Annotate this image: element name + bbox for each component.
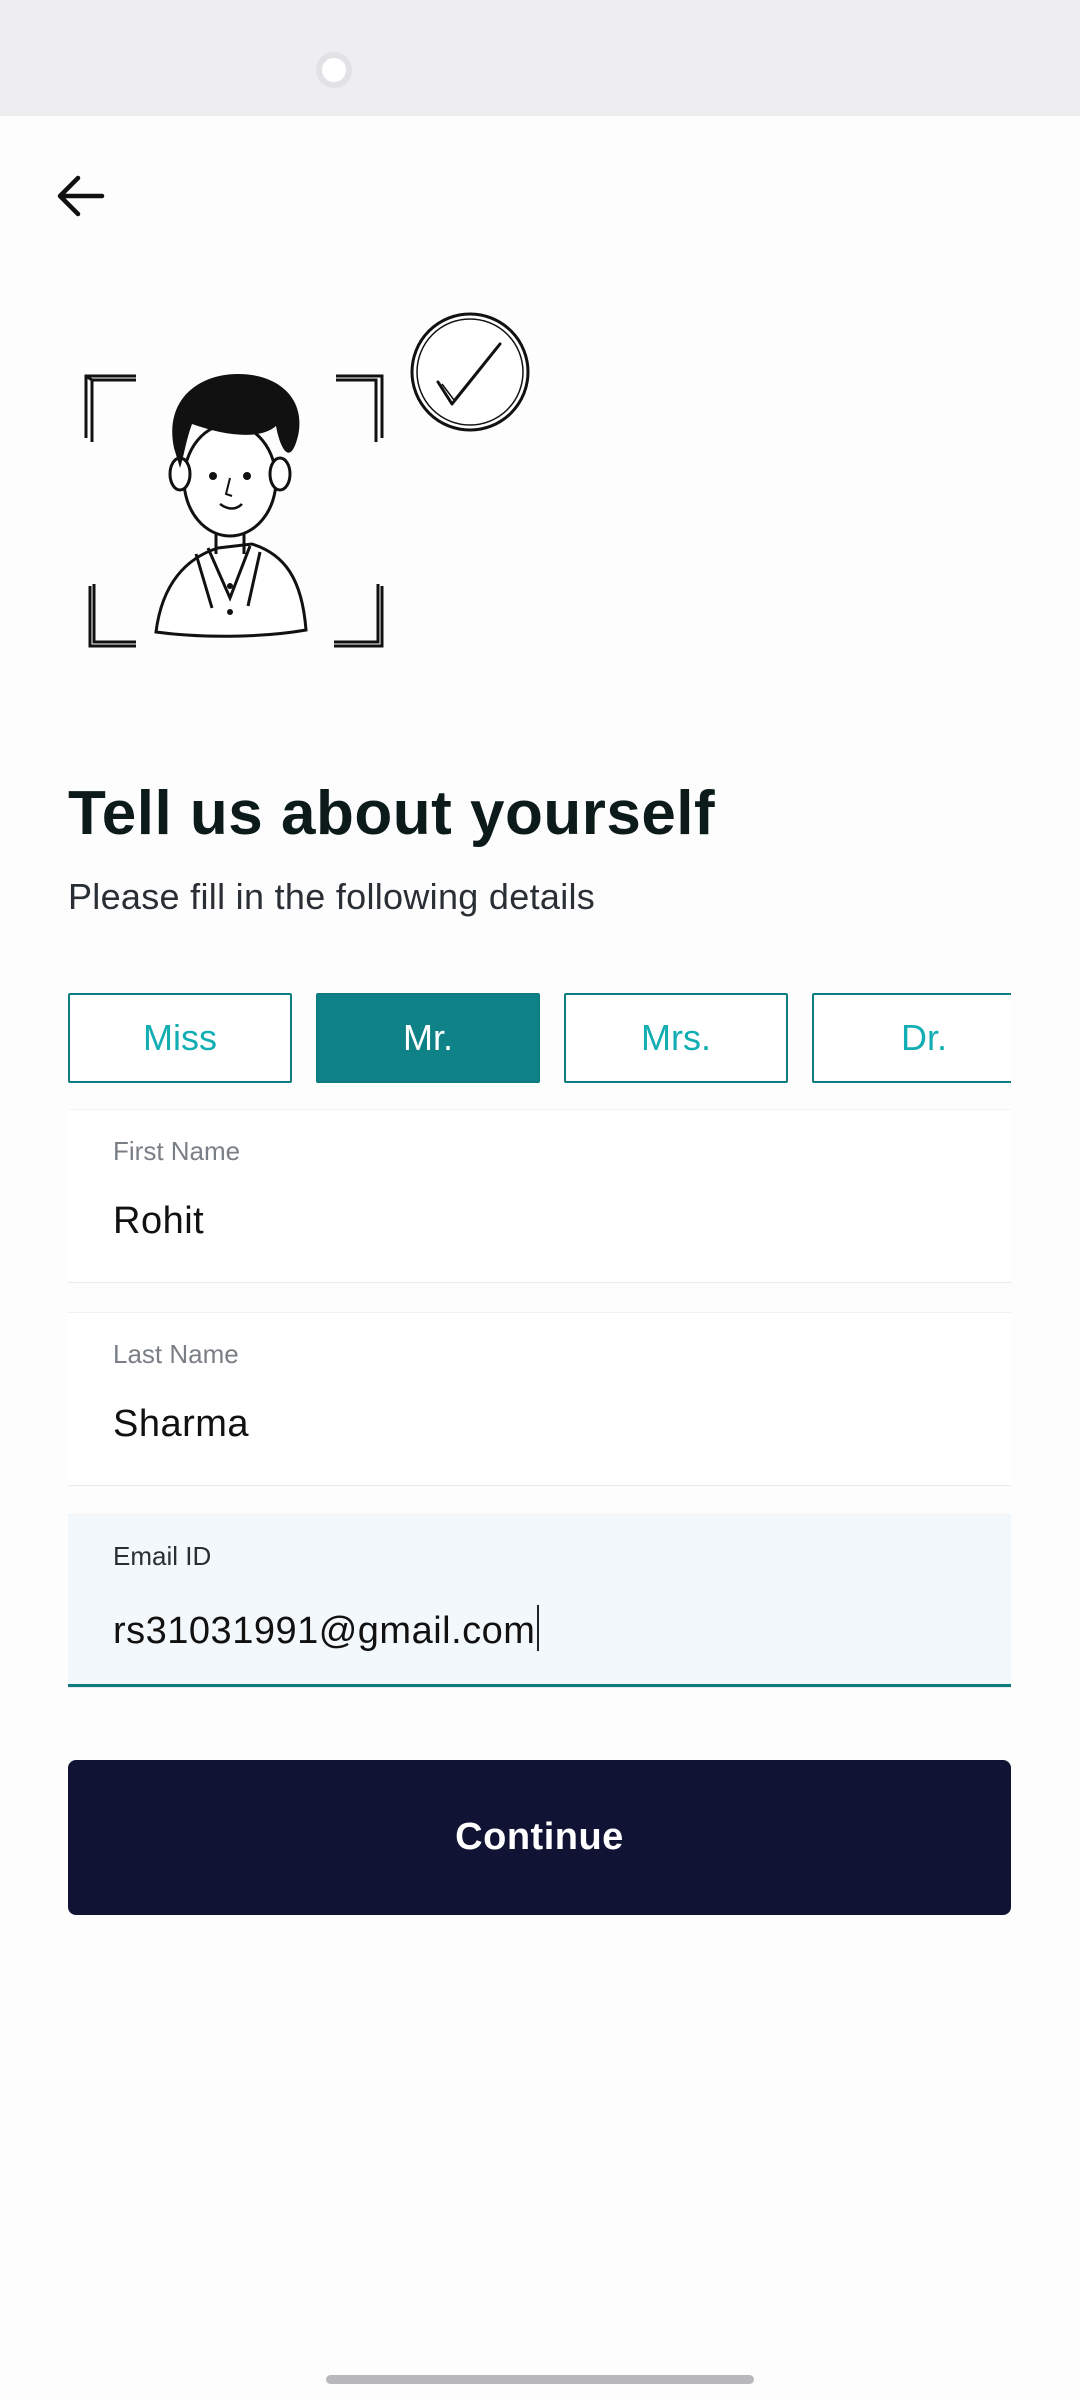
camera-cutout	[322, 58, 346, 82]
salutation-option-mrs[interactable]: Mrs.	[564, 993, 788, 1083]
page-subtitle: Please fill in the following details	[68, 876, 596, 917]
salutation-selector: Miss Mr. Mrs. Dr.	[68, 993, 1011, 1083]
email-value[interactable]: rs31031991@gmail.com	[113, 1605, 540, 1653]
email-label: Email ID	[113, 1541, 212, 1571]
text-cursor	[537, 1605, 540, 1651]
first-name-value[interactable]: Rohit	[113, 1200, 204, 1243]
salutation-option-mr[interactable]: Mr.	[316, 993, 540, 1083]
email-text: rs31031991@gmail.com	[113, 1610, 536, 1652]
arrow-left-icon	[57, 175, 105, 217]
check-circle-icon	[410, 312, 530, 432]
email-field[interactable]: Email ID rs31031991@gmail.com	[68, 1515, 1011, 1687]
last-name-label: Last Name	[113, 1339, 239, 1369]
continue-button[interactable]: Continue	[68, 1760, 1011, 1915]
first-name-label: First Name	[113, 1136, 241, 1166]
salutation-option-miss[interactable]: Miss	[68, 993, 292, 1083]
home-indicator[interactable]	[326, 2375, 754, 2384]
back-button[interactable]	[44, 160, 116, 232]
first-name-field[interactable]: First Name Rohit	[68, 1110, 1011, 1282]
person-illustration	[84, 312, 530, 648]
last-name-value[interactable]: Sharma	[113, 1403, 249, 1446]
page-title: Tell us about yourself	[68, 779, 716, 848]
last-name-field[interactable]: Last Name Sharma	[68, 1313, 1011, 1485]
status-bar	[0, 0, 1080, 116]
salutation-option-dr[interactable]: Dr.	[812, 993, 1011, 1083]
